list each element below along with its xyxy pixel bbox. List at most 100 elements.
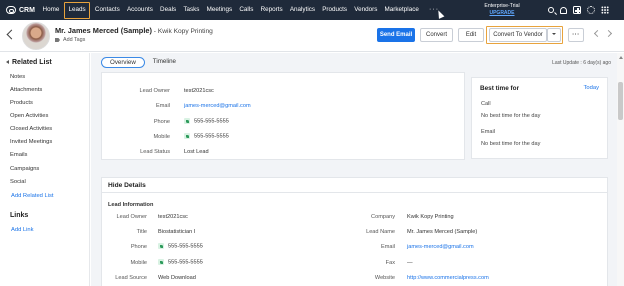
mobile-value[interactable]: 555-555-5555 — [184, 133, 229, 139]
trial-badge: Enterprise-Trial UPGRADE — [477, 3, 527, 17]
top-icon-group — [548, 0, 609, 20]
add-link[interactable]: Add Link — [11, 227, 34, 233]
links-title: Links — [10, 212, 29, 219]
sidebar-item-open-activities[interactable]: Open Activities — [10, 113, 48, 119]
add-related-list-link[interactable]: Add Related List — [11, 193, 54, 199]
field-label: Website — [374, 275, 395, 281]
back-arrow-icon[interactable] — [6, 29, 17, 40]
email-label: Email — [481, 129, 495, 135]
lead-company: Kwik Kopy Printing — [157, 28, 213, 35]
fax-value: — — [407, 260, 413, 266]
phone-icon[interactable] — [184, 133, 190, 139]
phone-value[interactable]: 555-555-5555 — [158, 243, 203, 249]
view-tabs: Overview Timeline — [101, 57, 184, 68]
avatar[interactable] — [22, 22, 50, 50]
tab-overview[interactable]: Overview — [101, 57, 145, 68]
lead-status-value: Lost Lead — [184, 149, 209, 155]
mobile-value[interactable]: 555-555-5555 — [158, 259, 203, 265]
add-tags-button[interactable]: Add Tags — [55, 37, 85, 43]
sidebar-item-products[interactable]: Products — [10, 100, 33, 106]
lead-owner-value: test2021csc — [184, 88, 214, 94]
nav-vendors[interactable]: Vendors — [351, 0, 381, 20]
search-icon[interactable] — [548, 7, 554, 13]
chevron-down-icon — [552, 33, 556, 36]
lead-name-value: Mr. James Merced (Sample) — [407, 229, 478, 235]
nav-home[interactable]: Home — [39, 0, 63, 20]
lead-name: Mr. James Merced (Sample) — [55, 26, 152, 35]
plus-icon[interactable] — [573, 6, 581, 14]
call-label: Call — [481, 101, 491, 107]
best-time-today-selector[interactable]: Today — [584, 85, 599, 91]
sidebar-item-emails[interactable]: Emails — [10, 152, 27, 158]
lead-source-value: Web Download — [158, 275, 196, 281]
more-actions-button[interactable]: ··· — [568, 28, 584, 42]
title-value: Biostatistician I — [158, 229, 196, 235]
field-label: Phone — [130, 244, 147, 250]
field-label: Mobile — [153, 134, 170, 140]
nav-marketplace[interactable]: Marketplace — [381, 0, 423, 20]
crm-brand[interactable]: CRM — [6, 6, 35, 14]
company-value: Kwik Kopy Printing — [407, 214, 454, 220]
best-time-card: Best time for Today Call No best time fo… — [471, 77, 608, 159]
upgrade-link[interactable]: UPGRADE — [477, 10, 527, 17]
nav-tasks[interactable]: Tasks — [180, 0, 203, 20]
convert-dropdown-button[interactable] — [547, 28, 561, 42]
field-label: Company — [371, 214, 395, 220]
top-navigation-bar: CRM Home Leads Contacts Accounts Deals T… — [0, 0, 624, 20]
apps-grid-icon[interactable] — [601, 6, 609, 14]
field-label: Email — [381, 244, 395, 250]
field-label: Mobile — [130, 260, 147, 266]
tag-icon — [55, 38, 60, 42]
nav-deals[interactable]: Deals — [156, 0, 179, 20]
website-link[interactable]: http://www.commercialpress.com — [407, 275, 489, 281]
nav-products[interactable]: Products — [319, 0, 351, 20]
scrollbar-thumb[interactable] — [618, 82, 623, 120]
phone-icon[interactable] — [184, 118, 190, 124]
nav-meetings[interactable]: Meetings — [203, 0, 236, 20]
record-title: Mr. James Merced (Sample) - Kwik Kopy Pr… — [55, 26, 213, 35]
convert-to-vendor-button[interactable]: Convert To Vendor — [489, 28, 547, 42]
lead-information-title: Lead Information — [108, 202, 154, 208]
nav-leads[interactable]: Leads — [63, 1, 91, 19]
phone-icon[interactable] — [158, 259, 164, 265]
overview-card: Lead Owner test2021csc Email james-merce… — [101, 72, 465, 160]
field-label: Lead Owner — [116, 214, 147, 220]
nav-contacts[interactable]: Contacts — [91, 0, 123, 20]
field-label: Fax — [385, 260, 395, 266]
sidebar-item-closed-activities[interactable]: Closed Activities — [10, 126, 52, 132]
record-content: Overview Timeline Last Update : 6 day(s)… — [91, 53, 617, 286]
send-email-button[interactable]: Send Email — [377, 28, 415, 42]
field-label: Title — [136, 229, 147, 235]
details-card: Hide Details Lead Information Lead Owner… — [101, 177, 608, 286]
hide-details-toggle[interactable]: Hide Details — [108, 182, 146, 189]
brand-label: CRM — [19, 6, 35, 14]
phone-value[interactable]: 555-555-5555 — [184, 118, 229, 124]
phone-icon[interactable] — [158, 243, 164, 249]
field-label: Lead Status — [140, 149, 170, 155]
edit-button[interactable]: Edit — [458, 28, 484, 42]
sidebar-item-social[interactable]: Social — [10, 179, 26, 185]
field-label: Lead Name — [366, 229, 395, 235]
convert-button[interactable]: Convert — [420, 28, 453, 42]
crm-logo-icon — [6, 6, 16, 14]
sidebar-item-attachments[interactable]: Attachments — [10, 87, 42, 93]
nav-accounts[interactable]: Accounts — [123, 0, 156, 20]
sidebar-item-campaigns[interactable]: Campaigns — [10, 166, 39, 172]
gear-icon[interactable] — [587, 6, 595, 14]
last-update: Last Update : 6 day(s) ago — [552, 60, 611, 66]
sidebar-item-notes[interactable]: Notes — [10, 74, 25, 80]
sidebar-item-invited-meetings[interactable]: Invited Meetings — [10, 139, 52, 145]
scroll-up-icon[interactable] — [618, 56, 623, 59]
bell-icon[interactable] — [560, 6, 567, 14]
email-link[interactable]: james-merced@gmail.com — [184, 103, 251, 109]
field-label: Lead Owner — [139, 88, 170, 94]
nav-calls[interactable]: Calls — [236, 0, 257, 20]
nav-analytics[interactable]: Analytics — [286, 0, 318, 20]
related-list-sidebar: Related List Notes Attachments Products … — [0, 53, 90, 286]
related-list-title[interactable]: Related List — [6, 59, 52, 66]
email-link[interactable]: james-merced@gmail.com — [407, 244, 474, 250]
tab-timeline[interactable]: Timeline — [145, 57, 184, 68]
field-label: Email — [156, 103, 170, 109]
email-best-time: No best time for the day — [481, 141, 541, 147]
nav-reports[interactable]: Reports — [257, 0, 286, 20]
